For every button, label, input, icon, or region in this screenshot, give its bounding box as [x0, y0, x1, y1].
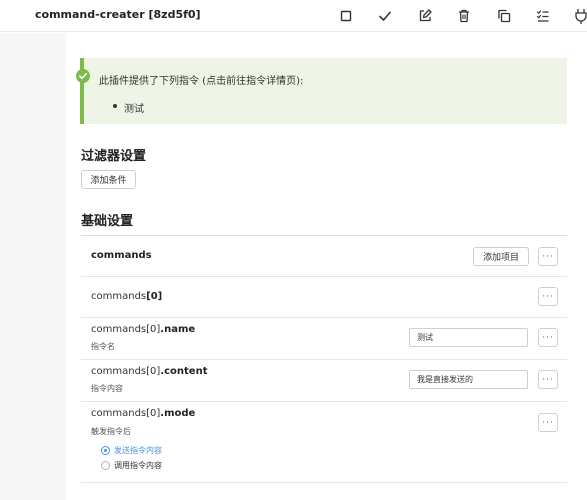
- mode-radio-send[interactable]: [101, 446, 110, 455]
- filter-section-title: 过滤器设置: [81, 149, 147, 164]
- basic-section-title: 基础设置: [81, 214, 134, 229]
- command-content-input[interactable]: 我是直接发送的: [409, 370, 528, 389]
- command-name-desc: 指令名: [91, 342, 115, 351]
- command-name-input[interactable]: 测试: [409, 328, 528, 347]
- command-link[interactable]: 测试: [124, 100, 144, 115]
- more-button[interactable]: ···: [538, 287, 558, 306]
- command-content-key: commands[0].content: [91, 366, 208, 377]
- check-circle-icon: [76, 69, 90, 83]
- add-condition-button[interactable]: 添加条件: [81, 170, 136, 189]
- window-title: command-creater [8zd5f0]: [35, 8, 201, 21]
- trash-icon[interactable]: [454, 6, 474, 26]
- commands-key: commands: [91, 250, 152, 261]
- more-button[interactable]: ···: [538, 328, 558, 347]
- square-icon[interactable]: [336, 6, 356, 26]
- sidebar-background: [0, 33, 66, 500]
- command-mode-desc: 触发指令后: [91, 427, 131, 436]
- more-button[interactable]: ···: [538, 413, 558, 432]
- command-content-desc: 指令内容: [91, 384, 123, 393]
- command-name-key: commands[0].name: [91, 324, 196, 335]
- plug-icon[interactable]: [572, 6, 587, 26]
- mode-radio-invoke[interactable]: [101, 461, 110, 470]
- notice-text: 此插件提供了下列指令 (点击前往指令详情页):: [99, 76, 304, 87]
- bullet-dot: [113, 104, 117, 108]
- mode-option-invoke-label[interactable]: 调用指令内容: [114, 460, 162, 471]
- check-icon[interactable]: [375, 6, 395, 26]
- more-button[interactable]: ···: [538, 247, 558, 266]
- edit-icon[interactable]: [415, 6, 435, 26]
- more-button[interactable]: ···: [538, 370, 558, 389]
- add-item-button[interactable]: 添加项目: [473, 247, 529, 266]
- list-check-icon[interactable]: [533, 6, 553, 26]
- command-mode-key: commands[0].mode: [91, 408, 196, 419]
- command-index-key: commands[0]: [91, 291, 163, 302]
- commands-notice: [80, 58, 567, 124]
- mode-option-send-label[interactable]: 发送指令内容: [114, 445, 162, 456]
- copy-icon[interactable]: [494, 6, 514, 26]
